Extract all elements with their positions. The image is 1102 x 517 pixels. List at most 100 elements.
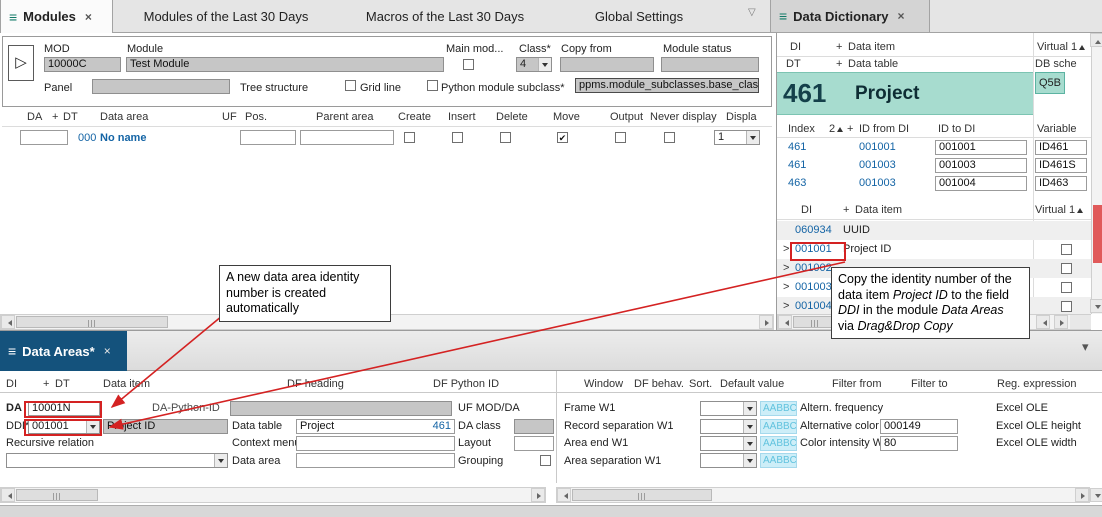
col-header-data-table[interactable]: Data table (848, 58, 898, 70)
scrollbar-thumb[interactable] (16, 489, 98, 501)
delete-checkbox[interactable] (500, 132, 511, 143)
col-header-data-item[interactable]: Data item (848, 41, 895, 53)
scroll-down-button[interactable] (1090, 299, 1102, 313)
close-icon[interactable]: × (85, 10, 92, 24)
dropdown-arrow-icon[interactable] (743, 437, 756, 450)
tab-modules-30-days[interactable]: Modules of the Last 30 Days (113, 0, 339, 32)
tab-data-dictionary[interactable]: ≡ Data Dictionary × (770, 0, 930, 32)
scroll-right-button[interactable] (759, 315, 773, 329)
sort-priority[interactable]: 2 (829, 123, 843, 135)
tab-overflow-icon[interactable]: ▽ (748, 7, 756, 18)
data-area-field[interactable] (296, 453, 455, 468)
scroll-left-button[interactable] (778, 315, 792, 329)
scroll-right-button[interactable] (531, 488, 545, 502)
da-id-field[interactable]: 10001N (28, 401, 100, 416)
data-areas-right-h-scrollbar[interactable] (556, 487, 1090, 503)
virtual-checkbox[interactable] (1061, 263, 1072, 274)
move-checkbox[interactable]: ✔ (557, 132, 568, 143)
color-intensity-field[interactable]: 80 (880, 436, 958, 451)
col-header-id-to[interactable]: ID to DI (938, 123, 975, 135)
pos-cell-field[interactable] (240, 130, 296, 145)
copy-from-field[interactable] (560, 57, 654, 72)
col-header-data-item[interactable]: Data item (103, 378, 150, 390)
da-cell-field[interactable] (20, 130, 68, 145)
link-row[interactable]: 463 001003 001004 ID463 (777, 175, 1091, 193)
panel-field[interactable] (92, 79, 230, 94)
menu-icon[interactable]: ≡ (9, 9, 17, 25)
dropdown-arrow-icon[interactable] (746, 131, 759, 144)
col-header-da[interactable]: DA (27, 111, 42, 123)
col-header-default-value[interactable]: Default value (720, 378, 784, 390)
scroll-left-button[interactable] (1036, 315, 1050, 329)
create-checkbox[interactable] (404, 132, 415, 143)
module-status-field[interactable] (661, 57, 759, 72)
data-areas-left-h-scrollbar[interactable] (0, 487, 546, 503)
expand-all-icon[interactable]: + (52, 111, 58, 123)
module-name-field[interactable]: Test Module (126, 57, 444, 72)
frame-w1-color-chip[interactable]: AABBCC (760, 401, 797, 416)
alternative-color-field[interactable]: 000149 (880, 419, 958, 434)
col-header-id-from[interactable]: ID from DI (859, 123, 909, 135)
col-header-dt[interactable]: DT (786, 58, 801, 70)
virtual-checkbox[interactable] (1061, 244, 1072, 255)
close-icon[interactable]: × (104, 344, 111, 358)
col-header-reg-expression[interactable]: Reg. expression (997, 378, 1077, 390)
col-header-filter-from[interactable]: Filter from (832, 378, 882, 390)
collapse-chevron-icon[interactable]: ▾ (1082, 339, 1089, 355)
scroll-left-button[interactable] (1, 488, 15, 502)
expand-all-icon[interactable]: + (836, 41, 842, 53)
never-display-checkbox[interactable] (664, 132, 675, 143)
main-mod-checkbox[interactable] (463, 59, 474, 70)
tab-global-settings[interactable]: Global Settings (560, 0, 718, 32)
col-header-window[interactable]: Window (584, 378, 623, 390)
expand-all-icon[interactable]: + (843, 204, 849, 216)
python-subclass-field[interactable]: ppms.module_subclasses.base_clas (575, 78, 759, 93)
record-separation-color-chip[interactable]: AABBCC (760, 419, 797, 434)
col-header-display[interactable]: Displa (726, 111, 757, 123)
recursive-relation-select[interactable] (6, 453, 228, 468)
dropdown-arrow-icon[interactable] (743, 420, 756, 433)
selected-data-table-row[interactable]: 461 Project (777, 72, 1033, 115)
expand-icon[interactable]: > (783, 281, 789, 293)
python-subclass-checkbox[interactable] (427, 80, 438, 91)
area-end-color-chip[interactable]: AABBCC (760, 436, 797, 451)
mod-field[interactable]: 10000C (44, 57, 121, 72)
dropdown-arrow-icon[interactable] (538, 58, 551, 71)
link-row[interactable]: 461 001001 001001 ID461 (777, 139, 1091, 157)
expand-icon[interactable]: > (783, 262, 789, 274)
da-python-id-field[interactable] (230, 401, 452, 416)
col-header-df-heading[interactable]: DF heading (287, 378, 344, 390)
link-row[interactable]: 461 001003 001003 ID461S (777, 157, 1091, 175)
variable-cell[interactable]: ID461 (1035, 140, 1087, 155)
scroll-up-button[interactable] (1090, 33, 1102, 47)
run-module-button[interactable]: ▷ (8, 45, 34, 81)
ddi-name-field[interactable]: Project ID (103, 419, 228, 434)
display-select[interactable]: 1 (714, 130, 760, 145)
area-end-w1-select[interactable] (700, 436, 757, 451)
record-separation-w1-select[interactable] (700, 419, 757, 434)
menu-icon[interactable]: ≡ (8, 343, 16, 359)
dict-v-scrollbar[interactable] (1091, 33, 1102, 314)
col-header-data-item[interactable]: Data item (855, 204, 902, 216)
data-item-row[interactable]: > 001001 Project ID (777, 240, 1091, 259)
col-header-never-display[interactable]: Never display (650, 111, 717, 123)
tab-modules[interactable]: ≡ Modules × (0, 0, 113, 33)
col-header-variable[interactable]: Variable (1037, 123, 1077, 135)
data-table-field[interactable]: Project461 (296, 419, 455, 434)
scroll-left-button[interactable] (1, 315, 15, 329)
expand-all-icon[interactable]: + (43, 378, 49, 390)
parent-area-cell-field[interactable] (300, 130, 394, 145)
id-to-cell[interactable]: 001003 (935, 158, 1027, 173)
data-item-row[interactable]: 060934 UUID (777, 221, 1091, 240)
col-header-index[interactable]: Index (788, 123, 815, 135)
da-class-field[interactable] (514, 419, 554, 434)
col-header-filter-to[interactable]: Filter to (911, 378, 948, 390)
ddi-select[interactable]: 001001 (28, 419, 100, 434)
area-separation-w1-select[interactable] (700, 453, 757, 468)
col-header-df-behav[interactable]: DF behav. (634, 378, 684, 390)
scroll-down-button[interactable] (1090, 488, 1102, 502)
col-header-insert[interactable]: Insert (448, 111, 476, 123)
col-header-data-area[interactable]: Data area (100, 111, 148, 123)
dropdown-arrow-icon[interactable] (743, 402, 756, 415)
tab-macros-30-days[interactable]: Macros of the Last 30 Days (339, 0, 551, 32)
